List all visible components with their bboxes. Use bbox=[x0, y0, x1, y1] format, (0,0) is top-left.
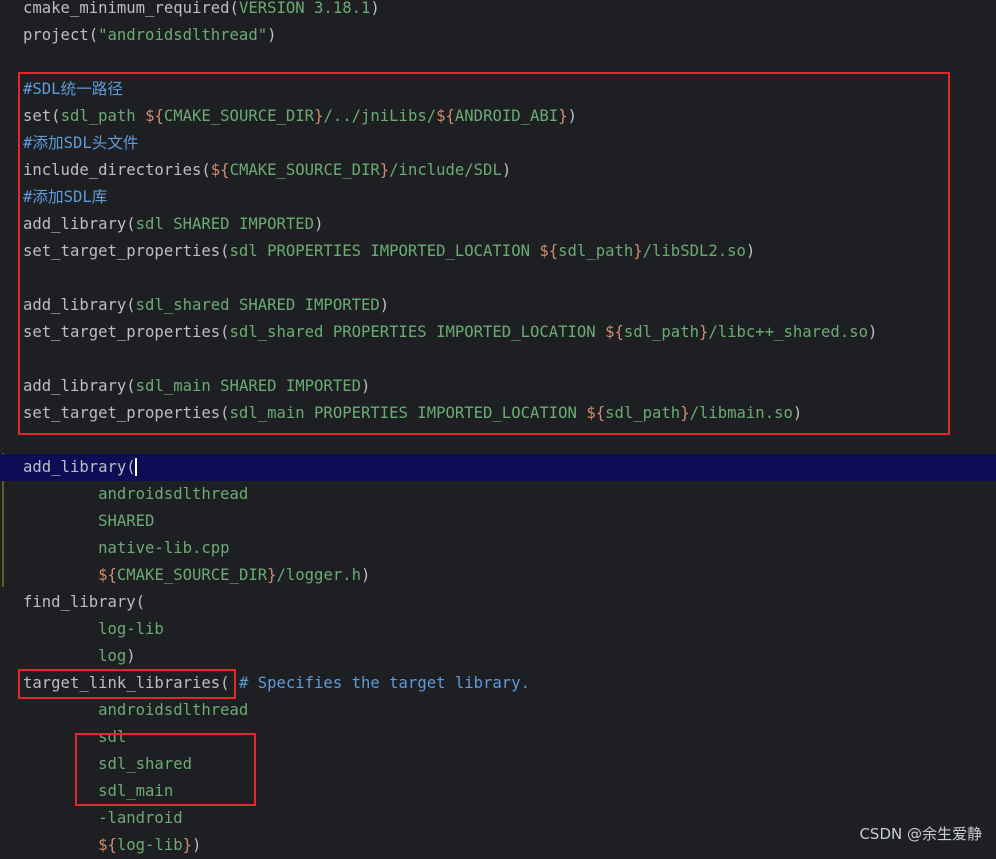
code-token: "androidsdlthread" bbox=[98, 26, 268, 44]
code-token: ( bbox=[229, 0, 239, 17]
code-line[interactable]: native-lib.cpp bbox=[0, 535, 996, 562]
code-line[interactable]: cmake_minimum_required(VERSION 3.18.1) bbox=[0, 0, 996, 22]
csdn-watermark: CSDN @余生爱静 bbox=[859, 825, 982, 843]
code-token: ( bbox=[88, 26, 99, 44]
code-line-text: androidsdlthread bbox=[23, 697, 248, 724]
code-token: # Specifies the target library. bbox=[238, 674, 530, 692]
annotation-box-target-link-libraries bbox=[18, 669, 236, 699]
code-token: -landroid bbox=[23, 809, 183, 827]
code-line[interactable]: ${CMAKE_SOURCE_DIR}/logger.h) bbox=[0, 562, 996, 589]
code-token: VERSION 3.18.1 bbox=[238, 0, 371, 17]
code-line-text: -landroid bbox=[23, 805, 183, 832]
code-token: androidsdlthread bbox=[23, 701, 249, 719]
code-token: ) bbox=[126, 647, 136, 665]
code-token: ( bbox=[135, 593, 146, 611]
code-token: log bbox=[23, 647, 127, 665]
code-line-text: SHARED bbox=[23, 508, 154, 535]
code-token: ) bbox=[192, 836, 202, 854]
code-line[interactable]: find_library( bbox=[0, 589, 996, 616]
code-line[interactable]: ${log-lib}) bbox=[0, 832, 996, 859]
code-line[interactable]: -landroid bbox=[0, 805, 996, 832]
code-token: } bbox=[182, 836, 192, 854]
code-line-text: add_library( bbox=[23, 454, 137, 481]
code-line-text: native-lib.cpp bbox=[23, 535, 230, 562]
code-token: ) bbox=[267, 26, 277, 44]
code-line-text: androidsdlthread bbox=[23, 481, 248, 508]
code-token: native-lib.cpp bbox=[23, 539, 230, 557]
code-token: ${ bbox=[98, 836, 117, 854]
code-line-text: project("androidsdlthread") bbox=[23, 22, 277, 49]
code-line-text: cmake_minimum_required(VERSION 3.18.1) bbox=[23, 0, 380, 22]
code-line-text: log-lib bbox=[23, 616, 164, 643]
code-token: cmake_minimum_required bbox=[23, 0, 230, 17]
code-line-text: ${CMAKE_SOURCE_DIR}/logger.h) bbox=[23, 562, 370, 589]
code-token: ) bbox=[361, 566, 371, 584]
code-line[interactable]: log) bbox=[0, 643, 996, 670]
code-line[interactable]: SHARED bbox=[0, 508, 996, 535]
code-editor[interactable]: cmake_minimum_required(VERSION 3.18.1) pr… bbox=[0, 0, 996, 854]
annotation-box-sdl-libs bbox=[75, 733, 256, 806]
code-token: /logger.h bbox=[276, 566, 362, 584]
code-token: project bbox=[23, 26, 89, 44]
code-token: add_library bbox=[23, 458, 127, 476]
code-token: CMAKE_SOURCE_DIR bbox=[116, 566, 268, 584]
code-token: androidsdlthread bbox=[23, 485, 249, 503]
code-token: ) bbox=[370, 0, 380, 17]
code-line-text: find_library( bbox=[23, 589, 145, 616]
code-line[interactable]: log-lib bbox=[0, 616, 996, 643]
code-token: log-lib bbox=[116, 836, 183, 854]
code-token: ${ bbox=[98, 566, 117, 584]
code-line-text: log) bbox=[23, 643, 136, 670]
code-line[interactable]: project("androidsdlthread") bbox=[0, 22, 996, 49]
code-token: find_library bbox=[23, 593, 136, 611]
code-line[interactable]: androidsdlthread bbox=[0, 697, 996, 724]
code-token: } bbox=[267, 566, 277, 584]
code-line-text: ${log-lib}) bbox=[23, 832, 201, 859]
annotation-box-sdl-setup bbox=[18, 72, 950, 435]
text-caret bbox=[134, 458, 137, 476]
code-line[interactable]: add_library( bbox=[0, 454, 996, 481]
code-line[interactable]: androidsdlthread bbox=[0, 481, 996, 508]
code-token: log-lib bbox=[23, 620, 164, 638]
code-token: SHARED bbox=[23, 512, 155, 530]
